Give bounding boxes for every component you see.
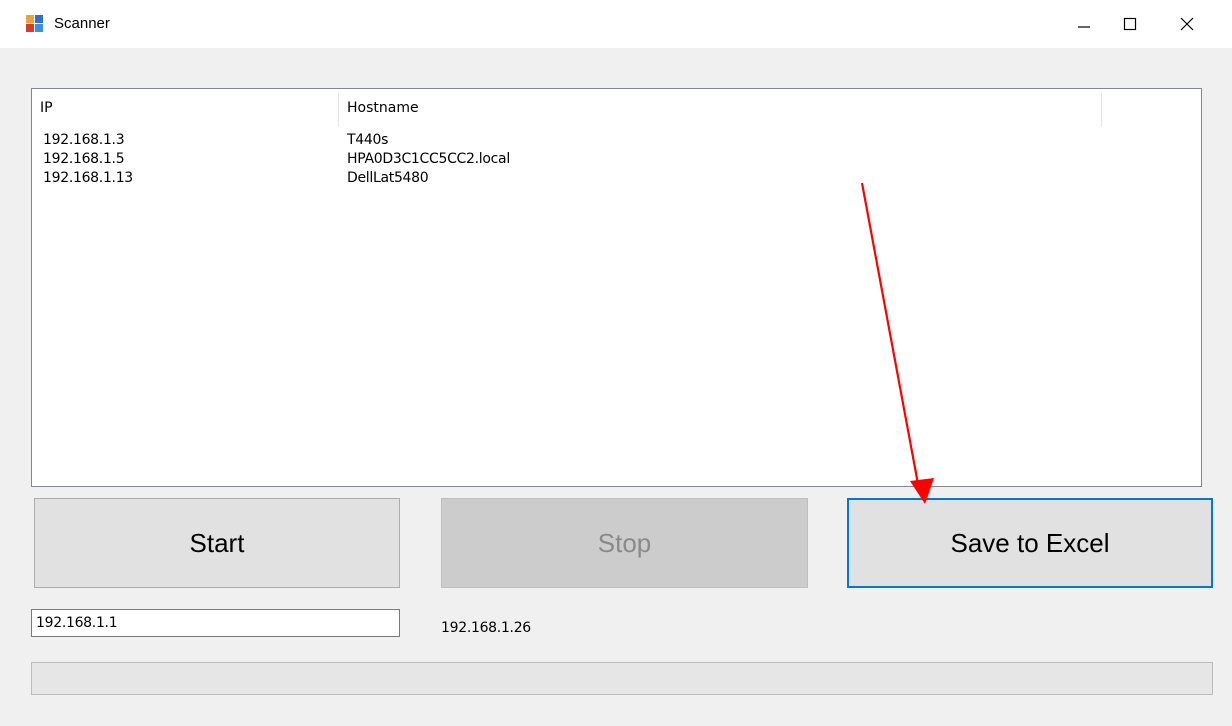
column-header-hostname[interactable]: Hostname — [339, 89, 1101, 127]
table-row[interactable]: 192.168.1.5 HPA0D3C1CC5CC2.local — [32, 150, 1201, 169]
cell-ip: 192.168.1.13 — [43, 170, 133, 186]
cell-hostname: T440s — [347, 132, 389, 148]
column-header-ip[interactable]: IP — [32, 89, 338, 127]
listview-header: IP Hostname — [32, 89, 1201, 127]
start-ip-input[interactable]: 192.168.1.1 — [31, 609, 400, 637]
start-button[interactable]: Start — [34, 498, 400, 588]
maximize-icon — [1123, 17, 1137, 31]
save-to-excel-button[interactable]: Save to Excel — [847, 498, 1213, 588]
column-header-empty[interactable] — [1102, 89, 1201, 127]
minimize-icon — [1078, 26, 1090, 28]
cell-ip: 192.168.1.5 — [43, 151, 125, 167]
results-listview[interactable]: IP Hostname 192.168.1.3 T440s 192.168.1.… — [31, 88, 1202, 487]
table-row[interactable]: 192.168.1.13 DellLat5480 — [32, 169, 1201, 188]
scanner-window: Scanner IP Hostname 192.168.1.3 T440s 19… — [0, 0, 1232, 726]
table-row[interactable]: 192.168.1.3 T440s — [32, 131, 1201, 150]
title-bar[interactable]: Scanner — [0, 0, 1232, 48]
window-title: Scanner — [54, 15, 110, 32]
close-button[interactable] — [1164, 0, 1210, 48]
stop-button[interactable]: Stop — [441, 498, 808, 588]
app-window-icon — [26, 15, 44, 33]
current-ip-label: 192.168.1.26 — [441, 620, 531, 636]
close-icon — [1180, 17, 1194, 31]
scan-progress-bar — [31, 662, 1213, 695]
cell-hostname: DellLat5480 — [347, 170, 429, 186]
maximize-button[interactable] — [1107, 0, 1153, 48]
minimize-button[interactable] — [1061, 0, 1107, 48]
cell-ip: 192.168.1.3 — [43, 132, 125, 148]
cell-hostname: HPA0D3C1CC5CC2.local — [347, 151, 510, 167]
